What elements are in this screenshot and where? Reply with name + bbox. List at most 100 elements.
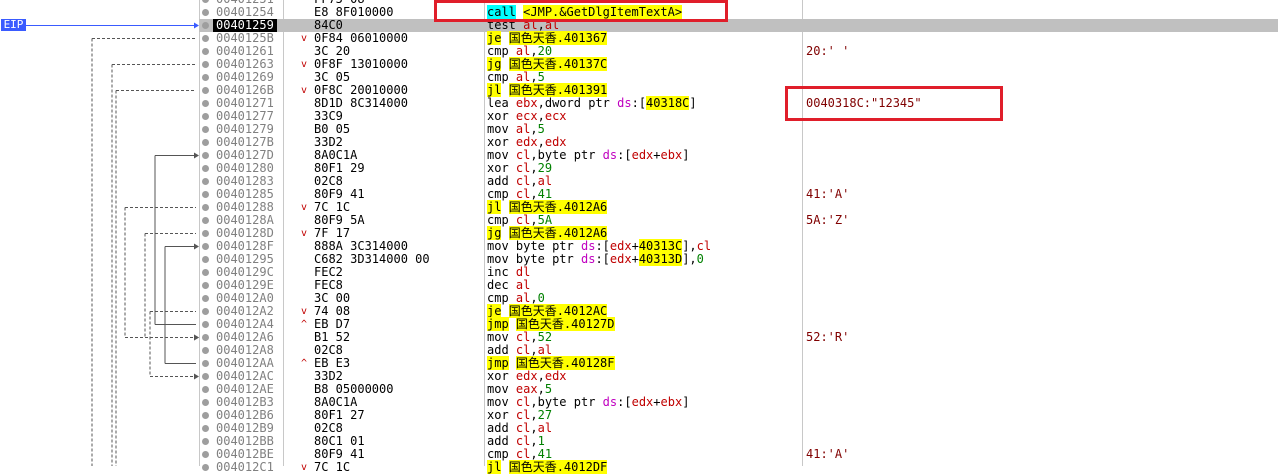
breakpoint-dot-icon[interactable]	[202, 412, 209, 419]
breakpoint-dot-icon[interactable]	[202, 22, 209, 29]
instruction-row[interactable]: 00401279 B0 05 mov al,5	[199, 123, 1278, 136]
breakpoint-dot-icon[interactable]	[202, 295, 209, 302]
instruction-row[interactable]: 004012AE B8 05000000 mov eax,5	[199, 383, 1278, 396]
instruction-row[interactable]: 00401263 v 0F8F 13010000 jg 国色天香.40137C	[199, 57, 1278, 71]
mnemonic: mov	[487, 330, 509, 344]
instruction-row[interactable]: 004012A6 B1 52 mov cl,52 52:'R'	[199, 331, 1278, 344]
register: ebx	[660, 148, 683, 162]
instruction-row[interactable]: 004012A4 ^ EB D7 jmp 国色天香.40127D	[199, 317, 1278, 331]
breakpoint-dot-icon[interactable]	[202, 9, 209, 16]
immediate: 5A	[537, 213, 553, 227]
size-keyword: ptr	[588, 96, 610, 110]
immediate: 41	[537, 447, 553, 461]
breakpoint-dot-icon[interactable]	[202, 282, 209, 289]
mnemonic: xor	[487, 109, 509, 123]
jump-arrow-head-icon	[194, 152, 199, 159]
instruction-row[interactable]: 0040127B 33D2 xor edx,edx	[199, 136, 1278, 149]
mnemonic: xor	[487, 408, 509, 422]
register: al	[537, 343, 553, 357]
jump-up-indicator-icon: ^	[301, 358, 308, 369]
breakpoint-dot-icon[interactable]	[202, 451, 209, 458]
breakpoint-dot-icon[interactable]	[202, 230, 209, 237]
instruction-row[interactable]: 004012A8 02C8 add cl,al	[199, 344, 1278, 357]
instruction-row[interactable]: 0040128A 80F9 5A cmp cl,5A 5A:'Z'	[199, 214, 1278, 227]
register: cl	[515, 213, 531, 227]
instruction-row[interactable]: 004012C1 v 7C 1C jl 国色天香.4012DF	[199, 460, 1278, 474]
breakpoint-dot-icon[interactable]	[202, 0, 209, 3]
jump-target: 4012A6	[563, 200, 608, 214]
breakpoint-dot-icon[interactable]	[202, 347, 209, 354]
mnemonic: xor	[487, 161, 509, 175]
instruction-row[interactable]: 0040125B v 0F84 06010000 je 国色天香.401367	[199, 31, 1278, 45]
breakpoint-dot-icon[interactable]	[202, 360, 209, 367]
breakpoint-dot-icon[interactable]	[202, 425, 209, 432]
instruction-row[interactable]: 00401280 80F1 29 xor cl,29	[199, 162, 1278, 175]
instruction-bytes: 7C 1C	[314, 460, 351, 474]
instruction-row[interactable]: 00401254 E8 8F010000 call <JMP.&GetDlgItem…	[199, 5, 1278, 19]
instruction-row[interactable]: 00401285 80F9 41 cmp cl,41 41:'A'	[199, 188, 1278, 201]
breakpoint-dot-icon[interactable]	[202, 152, 209, 159]
mnemonic: add	[487, 343, 509, 357]
disassembly-view[interactable]: 00401251FF75 0800401254E8 8F010000call <…	[0, 0, 1278, 474]
breakpoint-dot-icon[interactable]	[202, 334, 209, 341]
instruction-row[interactable]: 0040129C FEC2 inc dl	[199, 266, 1278, 279]
breakpoint-dot-icon[interactable]	[202, 100, 209, 107]
instruction-row[interactable]: 00401277 33C9 xor ecx,ecx	[199, 110, 1278, 123]
breakpoint-dot-icon[interactable]	[202, 178, 209, 185]
operands: 国色天香.4012A6	[508, 200, 608, 214]
immediate: 5	[544, 382, 553, 396]
instruction-row[interactable]: 004012BE 80F9 41 cmp cl,41 41:'A'	[199, 448, 1278, 461]
breakpoint-dot-icon[interactable]	[202, 191, 209, 198]
breakpoint-dot-icon[interactable]	[202, 373, 209, 380]
breakpoint-dot-icon[interactable]	[202, 61, 209, 68]
mnemonic: inc	[487, 265, 509, 279]
jump-target: 40137C	[563, 57, 608, 71]
instruction-row[interactable]: 00401295 C682 3D314000 00 mov byte ptr ds:…	[199, 252, 1278, 266]
breakpoint-dot-icon[interactable]	[202, 386, 209, 393]
mnemonic: lea	[487, 96, 509, 110]
breakpoint-dot-icon[interactable]	[202, 74, 209, 81]
operands: cl,al	[516, 343, 552, 357]
breakpoint-dot-icon[interactable]	[202, 87, 209, 94]
instruction-row[interactable]: 004012A2 v 74 08 je 国色天香.4012AC	[199, 304, 1278, 318]
jump-target: 40128F	[571, 356, 615, 370]
operands: ebx,dword ptr ds:[40318C]	[516, 96, 697, 110]
breakpoint-dot-icon[interactable]	[202, 308, 209, 315]
breakpoint-dot-icon[interactable]	[202, 113, 209, 120]
breakpoint-dot-icon[interactable]	[202, 256, 209, 263]
breakpoint-dot-icon[interactable]	[202, 165, 209, 172]
instruction-row[interactable]: 00401271 8D1D 8C314000 lea ebx,dword ptr d…	[199, 96, 1278, 110]
breakpoint-dot-icon[interactable]	[202, 269, 209, 276]
register: ebx	[660, 395, 683, 409]
breakpoint-dot-icon[interactable]	[202, 126, 209, 133]
instruction-row[interactable]: 004012AA ^ EB E3 jmp 国色天香.40128F	[199, 356, 1278, 370]
breakpoint-dot-icon[interactable]	[202, 35, 209, 42]
operands: 国色天香.4012DF	[508, 460, 608, 474]
operand: [	[624, 148, 632, 162]
breakpoint-dot-icon[interactable]	[202, 438, 209, 445]
operands: cl,41	[516, 187, 552, 201]
breakpoint-dot-icon[interactable]	[202, 399, 209, 406]
breakpoint-dot-icon[interactable]	[202, 243, 209, 250]
instruction-row[interactable]: 004012A0 3C 00 cmp al,0	[199, 292, 1278, 305]
breakpoint-dot-icon[interactable]	[202, 464, 209, 471]
immediate: 52	[537, 330, 553, 344]
instruction-row[interactable]: 004012B6 80F1 27 xor cl,27	[199, 409, 1278, 422]
segment: ds	[617, 96, 632, 110]
mnemonic: cmp	[487, 187, 509, 201]
operand: ,	[530, 174, 538, 188]
breakpoint-dot-icon[interactable]	[202, 217, 209, 224]
breakpoint-dot-icon[interactable]	[202, 139, 209, 146]
instruction-row[interactable]: 0040129E FEC8 dec al	[199, 279, 1278, 292]
register: cl	[515, 447, 531, 461]
breakpoint-dot-icon[interactable]	[202, 48, 209, 55]
jump-up-indicator-icon: ^	[301, 319, 308, 330]
breakpoint-dot-icon[interactable]	[202, 204, 209, 211]
breakpoint-dot-icon[interactable]	[202, 321, 209, 328]
